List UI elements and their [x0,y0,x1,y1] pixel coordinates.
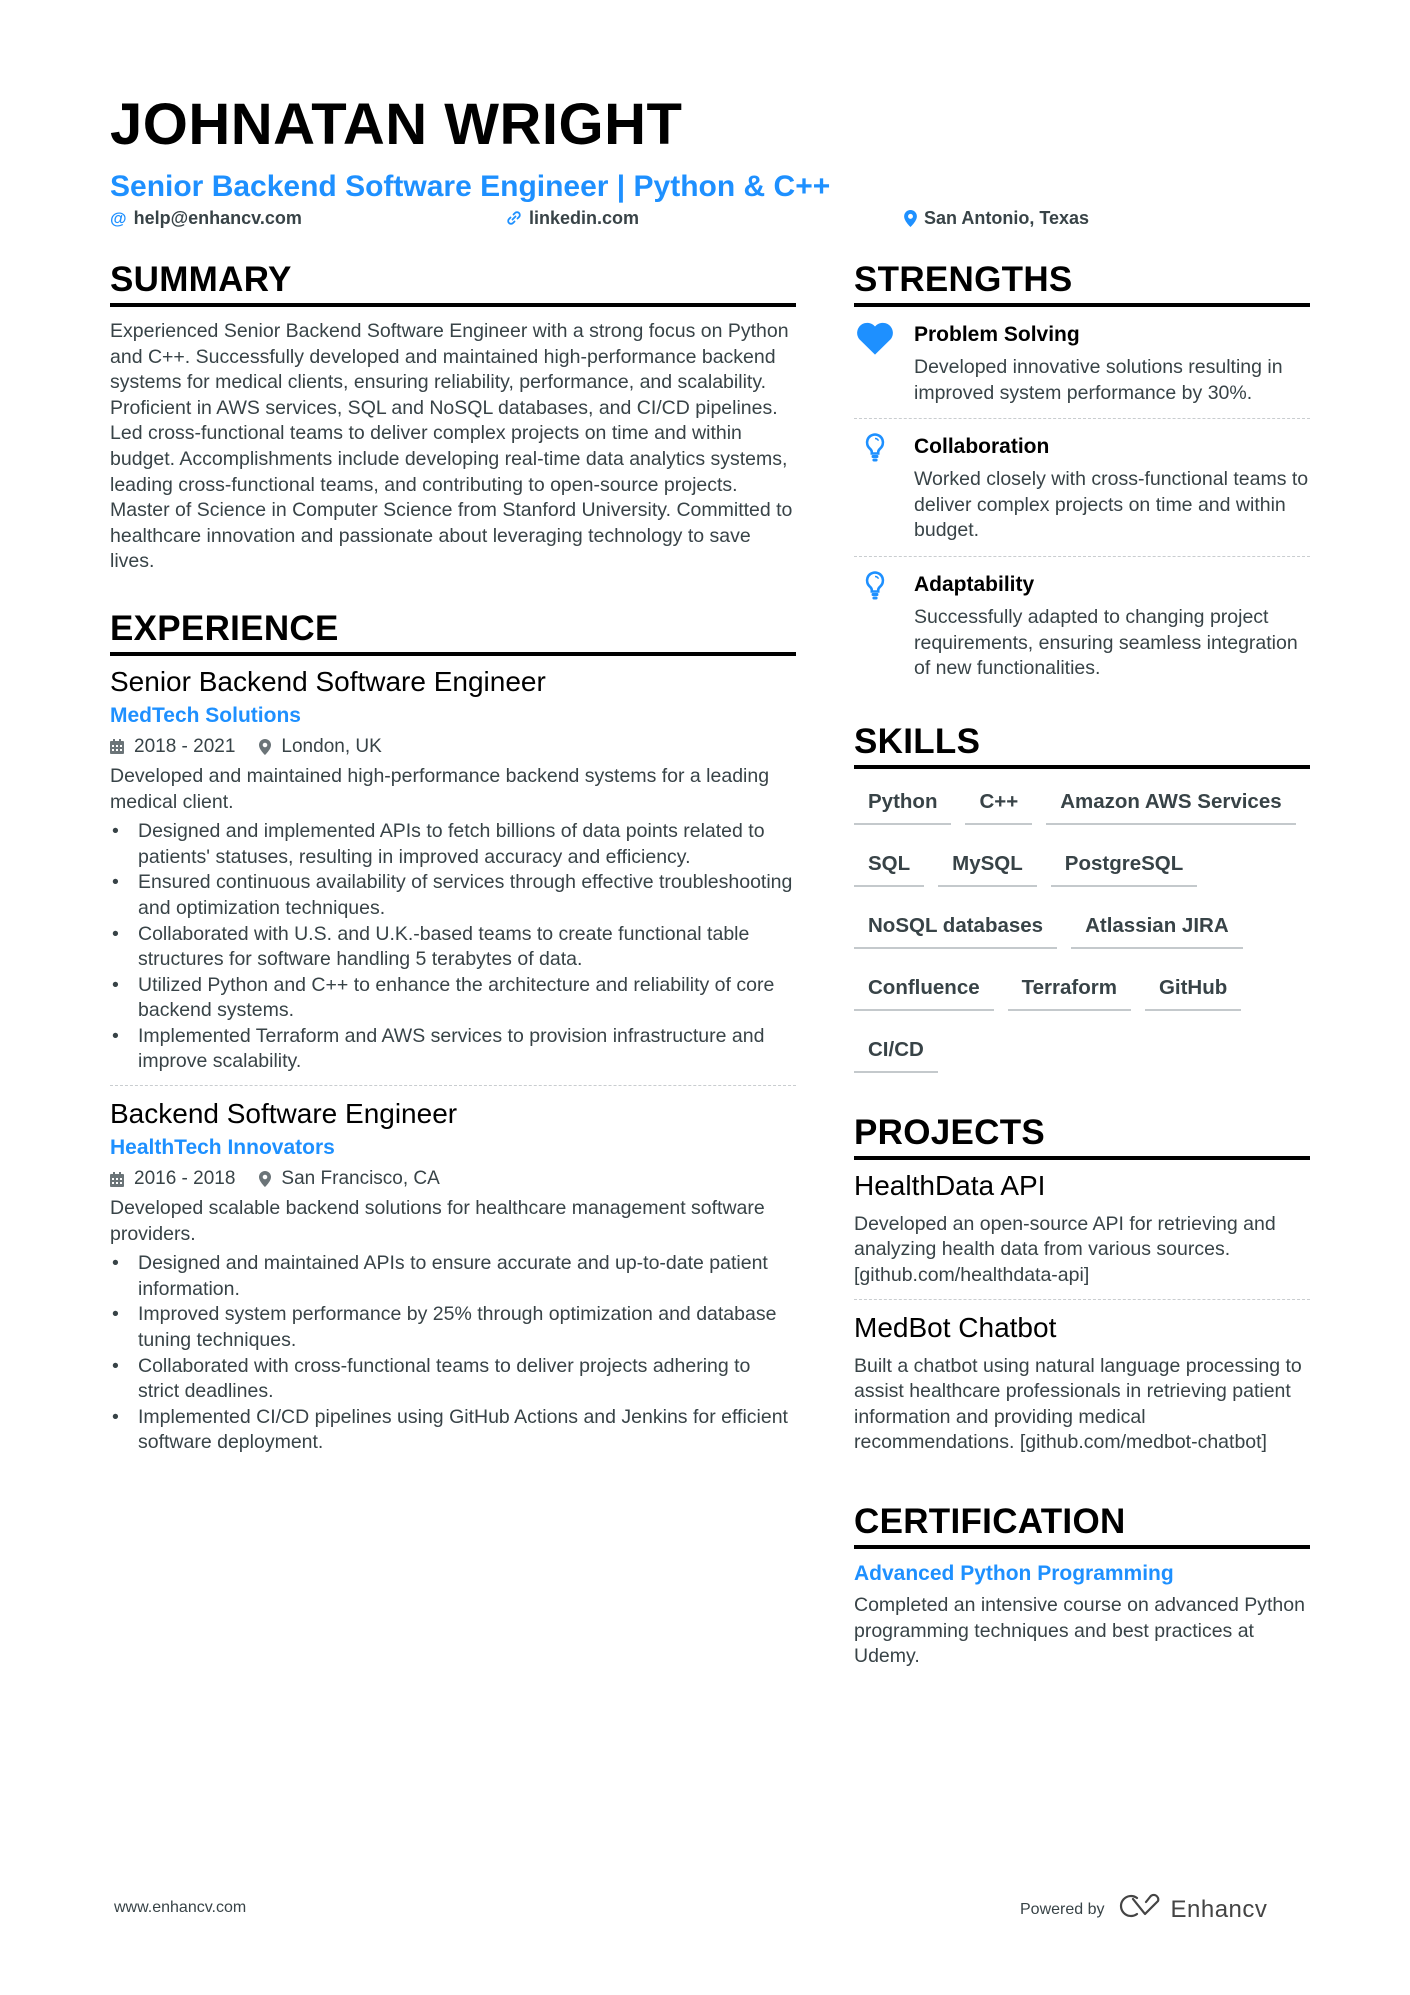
location-pin-icon [259,1171,272,1188]
experience-section: EXPERIENCE Senior Backend Software Engin… [110,611,796,1456]
skill-tag: NoSQL databases [854,907,1058,949]
section-title-experience: EXPERIENCE [110,611,796,656]
powered-by-label: Powered by [1020,1900,1105,1918]
skill-tag: PostgreSQL [1050,845,1198,887]
skill-tag: SQL [854,845,925,887]
job-meta: 2016 - 2018 San Francisco, CA [110,1164,796,1194]
strength-description: Successfully adapted to changing project… [914,605,1298,680]
job-location: San Francisco, CA [281,1168,440,1190]
job-description: Developed scalable backend solutions for… [110,1197,765,1245]
certification-description: Completed an intensive course on advance… [854,1593,1305,1668]
project-description: Built a chatbot using natural language p… [854,1354,1302,1454]
certification-section: CERTIFICATION Advanced Python Programmin… [854,1504,1310,1670]
skill-tag: MySQL [938,845,1037,887]
left-column: SUMMARY Experienced Senior Backend Softw… [110,262,796,1494]
section-title-summary: SUMMARY [110,262,796,307]
strength-item: Adaptability Successfully adapted to cha… [854,555,1310,694]
contact-linkedin[interactable]: linkedin.com [506,209,639,227]
job-description: Developed and maintained high-performanc… [110,764,770,813]
skill-tag: Amazon AWS Services [1046,783,1296,825]
candidate-name: JOHNATAN WRIGHT [110,92,683,157]
calendar-icon [110,739,124,755]
lightbulb-icon [854,571,914,682]
location-pin-icon [904,209,917,227]
experience-item: Senior Backend Software Engineer MedTech… [110,656,796,1075]
bullet-item: • Designed and implemented APIs to fetch … [112,820,765,868]
right-column: STRENGTHS Problem Solving Developed inno… [854,262,1310,1708]
bullet-item: • Improved system performance by 25% thro… [112,1303,777,1352]
enhancv-logo-icon [1119,1893,1163,1926]
job-location: London, UK [281,735,382,757]
job-bullets: • Designed and implemented APIs to fetch … [110,819,796,1075]
strength-description: Developed innovative solutions resulting… [914,356,1283,404]
strength-item: Collaboration Worked closely with cross-… [854,418,1310,556]
bullet-item: • Designed and maintained APIs to ensure … [112,1252,768,1300]
skill-tag: Atlassian JIRA [1071,907,1243,949]
section-title-skills: SKILLS [854,724,1310,769]
enhancv-logo-text: Enhancv [1170,1895,1268,1923]
resume-page: JOHNATAN WRIGHT Senior Backend Software … [0,0,1410,1995]
skill-tag: Confluence [854,969,994,1011]
skill-tag: C++ [965,783,1033,825]
bullet-item: • Utilized Python and C++ to enhance the … [112,973,775,1022]
contact-email[interactable]: @ help@enhancv.com [110,209,302,227]
company-name: HealthTech Innovators [110,1136,335,1160]
footer-website-link[interactable]: www.enhancv.com [114,1899,246,1917]
project-title: MedBot Chatbot [854,1311,1057,1343]
lightbulb-icon [854,433,914,544]
bullet-item: • Ensured continuous availability of serv… [112,871,793,919]
job-dates: 2018 - 2021 [134,735,236,757]
company-name: MedTech Solutions [110,703,301,727]
certification-title: Advanced Python Programming [854,1561,1174,1585]
bullet-item: • Implemented Terraform and AWS services … [112,1024,765,1073]
strength-title: Problem Solving [914,323,1080,346]
skills-list: Python C++ Amazon AWS Services SQL MySQL… [854,783,1310,1093]
skill-tag: GitHub [1144,969,1242,1011]
link-icon [506,210,522,226]
bullet-item: • Collaborated with cross-functional team… [112,1354,751,1403]
skill-tag: Terraform [1007,969,1131,1011]
project-title: HealthData API [854,1169,1046,1201]
contact-email-text: help@enhancv.com [133,208,302,228]
contact-location: San Antonio, Texas [904,209,1089,227]
skill-tag: Python [854,783,952,825]
job-meta: 2018 - 2021 London, UK [110,732,796,762]
calendar-icon [110,1171,124,1187]
job-title: Backend Software Engineer [110,1098,458,1130]
summary-section: SUMMARY Experienced Senior Backend Softw… [110,262,796,575]
contact-location-text: San Antonio, Texas [924,208,1090,228]
bullet-item: • Collaborated with U.S. and U.K.-based t… [112,922,750,971]
strength-title: Collaboration [914,435,1050,459]
job-dates: 2016 - 2018 [134,1168,236,1190]
experience-item: Backend Software Engineer HealthTech Inn… [110,1085,796,1456]
location-pin-icon [259,738,272,755]
strength-item: Problem Solving Developed innovative sol… [854,307,1310,418]
job-bullets: • Designed and maintained APIs to ensure … [110,1251,796,1456]
section-title-projects: PROJECTS [854,1115,1310,1160]
footer-branding[interactable]: Powered by Enhancv [1020,1893,1267,1926]
at-icon: @ [110,208,127,228]
skill-tag: CI/CD [854,1031,938,1073]
project-description: Developed an open-source API for retriev… [854,1212,1276,1286]
strength-description: Worked closely with cross-functional tea… [914,468,1309,542]
bullet-item: • Implemented CI/CD pipelines using GitHu… [112,1405,788,1454]
contact-linkedin-text: linkedin.com [529,208,640,228]
section-title-certification: CERTIFICATION [854,1504,1310,1549]
heart-icon [854,321,914,406]
strengths-section: STRENGTHS Problem Solving Developed inno… [854,262,1310,694]
candidate-headline: Senior Backend Software Engineer | Pytho… [110,170,831,203]
project-item: MedBot Chatbot Built a chatbot using nat… [854,1298,1310,1466]
enhancv-logo: Enhancv [1119,1893,1268,1926]
summary-text: Experienced Senior Backend Software Engi… [110,320,793,573]
strength-title: Adaptability [914,572,1035,596]
projects-section: PROJECTS HealthData API Developed an ope… [854,1115,1310,1466]
project-item: HealthData API Developed an open-source … [854,1160,1310,1299]
job-title: Senior Backend Software Engineer [110,665,546,697]
section-title-strengths: STRENGTHS [854,262,1310,307]
skills-section: SKILLS Python C++ Amazon AWS Services SQ… [854,724,1310,1093]
